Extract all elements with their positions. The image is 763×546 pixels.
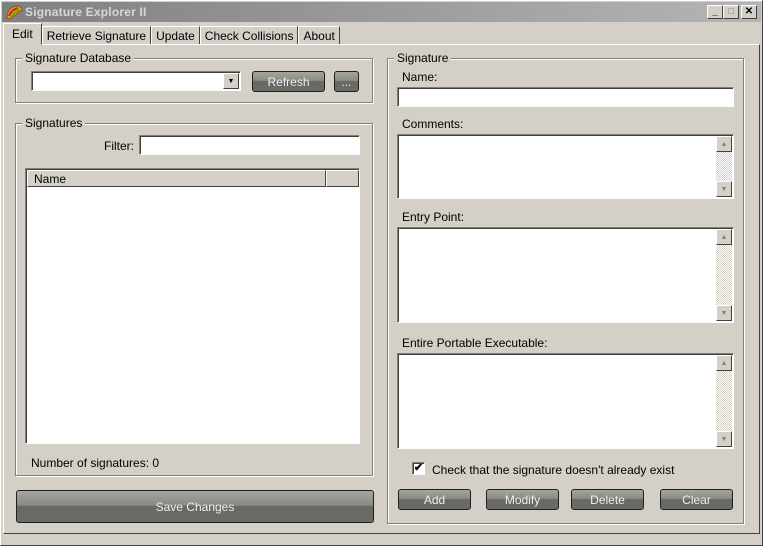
minimize-button[interactable]: _ bbox=[707, 5, 723, 19]
filter-label: Filter: bbox=[104, 139, 134, 153]
maximize-icon: □ bbox=[727, 6, 735, 17]
modify-button[interactable]: Modify bbox=[486, 489, 559, 510]
comments-label: Comments: bbox=[402, 117, 464, 131]
refresh-button[interactable]: Refresh bbox=[252, 71, 325, 92]
tab-update[interactable]: Update bbox=[151, 26, 200, 45]
signature-database-legend: Signature Database bbox=[22, 51, 135, 65]
filter-input[interactable] bbox=[139, 135, 360, 155]
list-header: Name bbox=[27, 170, 359, 187]
add-button[interactable]: Add bbox=[398, 489, 471, 510]
dropdown-button[interactable]: ▼ bbox=[223, 73, 239, 89]
scroll-down-button[interactable]: ▼ bbox=[716, 305, 732, 321]
checkmark-icon: ✔ bbox=[413, 462, 424, 474]
check-exists-checkbox[interactable]: ✔ bbox=[412, 462, 425, 475]
column-header-name[interactable]: Name bbox=[27, 170, 327, 187]
pe-textarea[interactable]: ▲ ▼ bbox=[397, 353, 734, 449]
check-exists-label[interactable]: Check that the signature doesn't already… bbox=[432, 463, 674, 477]
entry-point-textarea[interactable]: ▲ ▼ bbox=[397, 227, 734, 323]
comments-scrollbar[interactable]: ▲ ▼ bbox=[716, 136, 732, 197]
chevron-down-icon: ▼ bbox=[227, 77, 235, 85]
arrow-up-icon: ▲ bbox=[720, 359, 728, 367]
taco-icon bbox=[5, 4, 23, 20]
delete-button[interactable]: Delete bbox=[571, 489, 644, 510]
entry-point-scrollbar[interactable]: ▲ ▼ bbox=[716, 229, 732, 321]
pe-label: Entire Portable Executable: bbox=[402, 336, 548, 350]
scroll-down-button[interactable]: ▼ bbox=[716, 181, 732, 197]
clear-button[interactable]: Clear bbox=[660, 489, 733, 510]
close-icon: ✕ bbox=[744, 6, 754, 17]
arrow-down-icon: ▼ bbox=[720, 185, 728, 193]
title-bar[interactable]: Signature Explorer II _ □ ✕ bbox=[2, 2, 761, 22]
window-title: Signature Explorer II bbox=[25, 5, 147, 19]
app-window: Signature Explorer II _ □ ✕ Edit Retriev… bbox=[0, 0, 763, 546]
name-label: Name: bbox=[402, 70, 438, 84]
arrow-up-icon: ▲ bbox=[720, 140, 728, 148]
close-button[interactable]: ✕ bbox=[741, 5, 757, 19]
pe-scrollbar[interactable]: ▲ ▼ bbox=[716, 355, 732, 447]
arrow-down-icon: ▼ bbox=[720, 309, 728, 317]
database-combobox[interactable]: ▼ bbox=[31, 71, 241, 91]
scroll-down-button[interactable]: ▼ bbox=[716, 431, 732, 447]
signature-count: Number of signatures: 0 bbox=[31, 456, 160, 470]
scroll-up-button[interactable]: ▲ bbox=[716, 136, 732, 152]
tab-retrieve-signature[interactable]: Retrieve Signature bbox=[41, 26, 152, 45]
tab-about[interactable]: About bbox=[298, 26, 340, 45]
signatures-legend: Signatures bbox=[22, 116, 86, 130]
scroll-up-button[interactable]: ▲ bbox=[716, 229, 732, 245]
tab-strip: Edit Retrieve Signature Update Check Col… bbox=[3, 23, 340, 45]
entry-point-label: Entry Point: bbox=[402, 210, 465, 224]
column-header-extra[interactable] bbox=[326, 170, 359, 187]
arrow-up-icon: ▲ bbox=[720, 233, 728, 241]
tab-edit[interactable]: Edit bbox=[3, 23, 42, 45]
arrow-down-icon: ▼ bbox=[720, 435, 728, 443]
scroll-up-button[interactable]: ▲ bbox=[716, 355, 732, 371]
minimize-icon: _ bbox=[712, 6, 718, 17]
browse-button[interactable]: ... bbox=[334, 71, 359, 92]
comments-textarea[interactable]: ▲ ▼ bbox=[397, 134, 734, 199]
name-input[interactable] bbox=[397, 87, 734, 107]
signature-legend: Signature bbox=[394, 51, 452, 65]
save-changes-button[interactable]: Save Changes bbox=[16, 490, 374, 523]
maximize-button[interactable]: □ bbox=[723, 5, 739, 19]
tab-check-collisions[interactable]: Check Collisions bbox=[199, 26, 299, 45]
signatures-list[interactable]: Name bbox=[25, 168, 360, 444]
